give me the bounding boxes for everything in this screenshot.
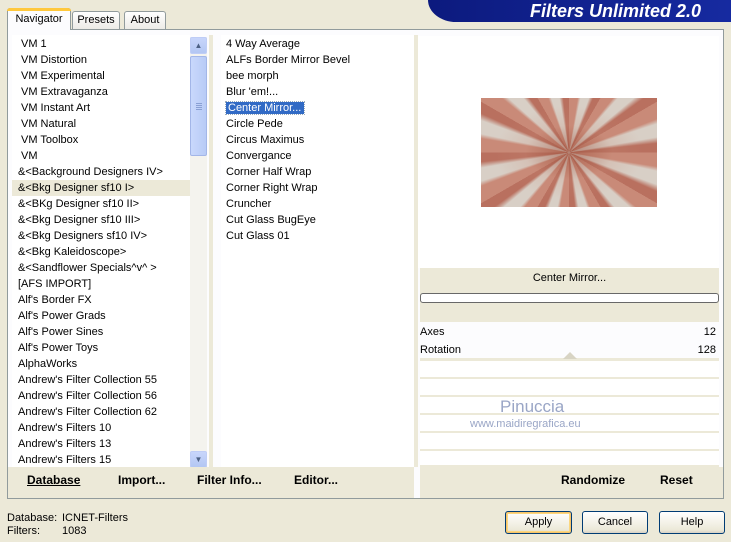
tab-presets[interactable]: Presets xyxy=(72,11,120,29)
category-item[interactable]: Andrew's Filter Collection 55 xyxy=(12,372,190,388)
filter-item-label: Cut Glass BugEye xyxy=(226,214,316,226)
filter-item-label: Center Mirror... xyxy=(224,101,306,115)
filter-item-label: ALFs Border Mirror Bevel xyxy=(226,54,351,66)
param-axes-value: 12 xyxy=(703,326,716,338)
category-item[interactable]: [AFS IMPORT] xyxy=(12,276,190,292)
category-item[interactable]: Andrew's Filters 13 xyxy=(12,436,190,452)
category-item[interactable]: &<BKg Designer sf10 II> xyxy=(12,196,190,212)
param-rotation-label: Rotation xyxy=(420,344,461,356)
param-axes[interactable]: Axes 12 xyxy=(420,324,719,340)
category-item[interactable]: VM Instant Art xyxy=(12,100,190,116)
category-item[interactable]: Andrew's Filter Collection 62 xyxy=(12,404,190,420)
category-item[interactable]: VM Extravaganza xyxy=(12,84,190,100)
tab-about[interactable]: About xyxy=(124,11,166,29)
scroll-up-button[interactable]: ▲ xyxy=(190,37,207,54)
category-item[interactable]: Alf's Border FX xyxy=(12,292,190,308)
category-item[interactable]: VM Distortion xyxy=(12,52,190,68)
category-item[interactable]: &<Bkg Designer sf10 I> xyxy=(12,180,190,196)
param-slot xyxy=(420,451,719,465)
category-item[interactable]: Alf's Power Grads xyxy=(12,308,190,324)
editor-button[interactable]: Editor... xyxy=(294,473,338,487)
scroll-down-button[interactable]: ▼ xyxy=(190,451,207,468)
filter-info-button[interactable]: Filter Info... xyxy=(197,473,262,487)
database-value: ICNET-Filters xyxy=(62,512,128,524)
param-axes-label: Axes xyxy=(420,326,445,338)
category-item[interactable]: &<Bkg Designers sf10 IV> xyxy=(12,228,190,244)
param-slot xyxy=(420,379,719,395)
filter-item-label: Cruncher xyxy=(226,198,272,210)
filter-item-label: Corner Right Wrap xyxy=(226,182,318,194)
filter-item[interactable]: Cut Glass 01 xyxy=(221,228,414,244)
list-divider xyxy=(209,35,213,467)
category-list[interactable]: VM 1 VM Distortion VM Experimental VM Extra… xyxy=(12,35,190,467)
param-slot xyxy=(420,361,719,377)
progress-bar xyxy=(420,293,719,303)
category-item[interactable]: VM xyxy=(12,148,190,164)
filter-list[interactable]: 4 Way Average ALFs Border Mirror Bevel bee… xyxy=(221,35,414,467)
filters-count-label: Filters: xyxy=(7,525,40,537)
category-item[interactable]: VM 1 xyxy=(12,36,190,52)
filter-item[interactable]: 4 Way Average xyxy=(221,36,414,52)
filter-item-label: Blur 'em!... xyxy=(226,86,279,98)
watermark-url: www.maidiregrafica.eu xyxy=(470,418,581,430)
category-item[interactable]: &<Bkg Kaleidoscope> xyxy=(12,244,190,260)
filter-item[interactable]: bee morph xyxy=(221,68,414,84)
filter-item[interactable]: ALFs Border Mirror Bevel xyxy=(221,52,414,68)
import-button[interactable]: Import... xyxy=(118,473,165,487)
category-item[interactable]: AlphaWorks xyxy=(12,356,190,372)
tab-navigator[interactable]: Navigator xyxy=(7,8,71,30)
category-item[interactable]: Andrew's Filter Collection 56 xyxy=(12,388,190,404)
database-button[interactable]: Database xyxy=(27,473,80,487)
category-item[interactable]: VM Natural xyxy=(12,116,190,132)
category-item[interactable]: &<Bkg Designer sf10 III> xyxy=(12,212,190,228)
app-title-banner: Filters Unlimited 2.0 xyxy=(428,0,731,22)
param-slot xyxy=(420,397,719,413)
filter-item-label: bee morph xyxy=(226,70,279,82)
filter-item[interactable]: Corner Half Wrap xyxy=(221,164,414,180)
filters-count-value: 1083 xyxy=(62,525,87,537)
category-item[interactable]: Alf's Power Sines xyxy=(12,324,190,340)
category-item[interactable]: VM Experimental xyxy=(12,68,190,84)
filter-item-label: Cut Glass 01 xyxy=(226,230,290,242)
help-button[interactable]: Help xyxy=(659,511,725,534)
filter-item-label: Corner Half Wrap xyxy=(226,166,312,178)
filter-item[interactable]: Circle Pede xyxy=(221,116,414,132)
category-scrollbar[interactable]: ▲ ▼ xyxy=(190,37,207,468)
preview-thumbnail xyxy=(481,98,657,207)
category-item[interactable]: Andrew's Filters 10 xyxy=(12,420,190,436)
category-item[interactable]: &<Sandflower Specials^v^ > xyxy=(12,260,190,276)
database-label: Database: xyxy=(7,512,58,524)
rotation-slider-marker xyxy=(563,352,577,359)
filter-item-label: Circle Pede xyxy=(226,118,283,130)
filter-item-label: Convergance xyxy=(226,150,292,162)
filter-item-label: 4 Way Average xyxy=(226,38,300,50)
category-item[interactable]: VM Toolbox xyxy=(12,132,190,148)
scroll-thumb[interactable] xyxy=(190,56,207,156)
filter-item[interactable]: Blur 'em!... xyxy=(221,84,414,100)
filter-item[interactable]: Center Mirror... xyxy=(221,100,414,116)
filter-item[interactable]: Cut Glass BugEye xyxy=(221,212,414,228)
category-item[interactable]: Andrew's Filters 15 xyxy=(12,452,190,467)
filter-item[interactable]: Circus Maximus xyxy=(221,132,414,148)
button-bar-divider xyxy=(414,467,420,498)
cancel-button[interactable]: Cancel xyxy=(582,511,648,534)
category-item[interactable]: &<Background Designers IV> xyxy=(12,164,190,180)
filter-item[interactable]: Convergance xyxy=(221,148,414,164)
param-slot xyxy=(420,433,719,449)
category-item[interactable]: Alf's Power Toys xyxy=(12,340,190,356)
randomize-button[interactable]: Randomize xyxy=(561,473,625,487)
current-filter-name: Center Mirror... xyxy=(532,272,607,284)
apply-button[interactable]: Apply xyxy=(505,511,572,534)
param-rotation-value: 128 xyxy=(697,344,716,356)
reset-button[interactable]: Reset xyxy=(660,473,693,487)
filter-item[interactable]: Corner Right Wrap xyxy=(221,180,414,196)
filter-item[interactable]: Cruncher xyxy=(221,196,414,212)
watermark-title: Pinuccia xyxy=(500,397,565,416)
filter-item-label: Circus Maximus xyxy=(226,134,305,146)
